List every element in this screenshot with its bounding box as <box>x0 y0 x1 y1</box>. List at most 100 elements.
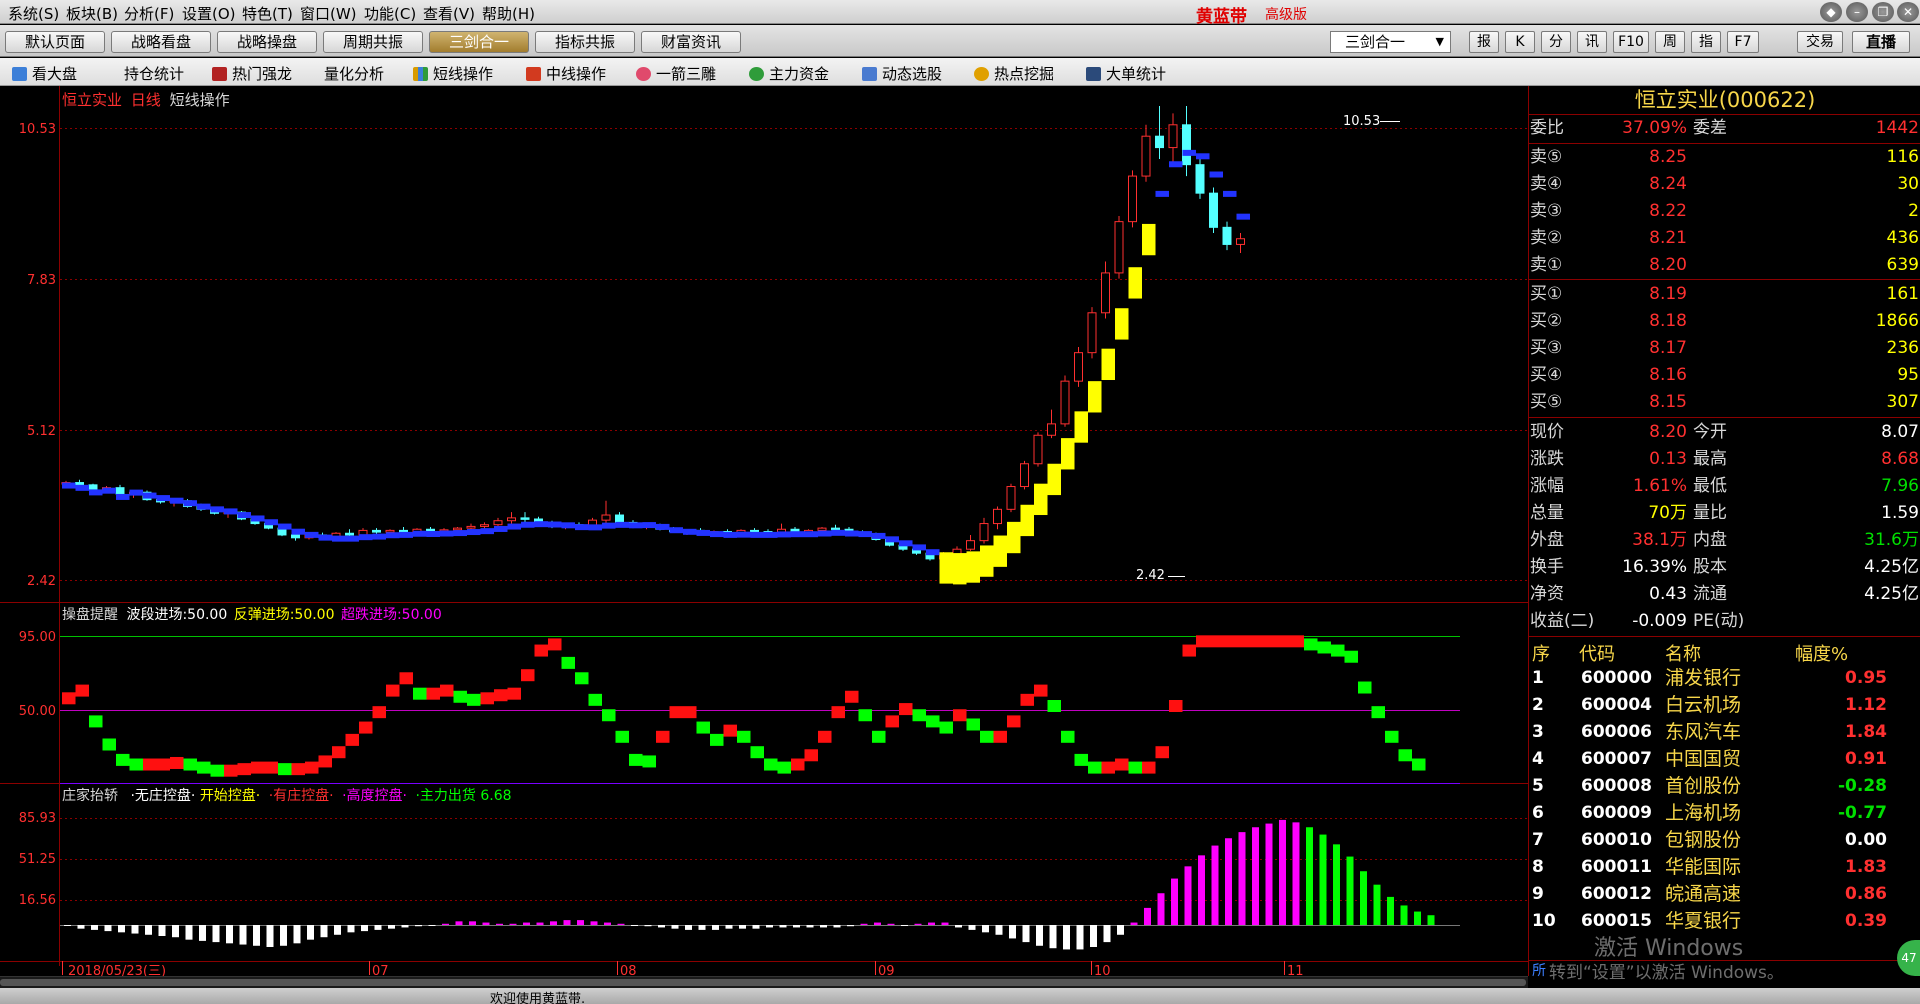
menu-features[interactable]: 特色(T) <box>242 3 293 24</box>
scroll-thumb[interactable] <box>0 979 1526 986</box>
func-hot-mining[interactable]: 热点挖掘 <box>974 63 1054 84</box>
bars-icon <box>413 67 428 81</box>
control-bar <box>550 921 557 925</box>
tab-cycle-resonance[interactable]: 周期共振 <box>323 31 423 53</box>
tab-strategy-trade[interactable]: 战略操盘 <box>217 31 317 53</box>
func-hot-dragon[interactable]: 热门强龙 <box>212 63 292 84</box>
candle-body <box>507 517 516 522</box>
menu-analysis[interactable]: 分析(F) <box>124 3 174 24</box>
skin-icon[interactable]: ◆ <box>1820 2 1842 22</box>
func-market[interactable]: 看大盘 <box>12 63 77 84</box>
stat-value: 4.25亿 <box>1864 557 1919 577</box>
index-button[interactable]: 指 <box>1691 31 1721 53</box>
stock-row[interactable]: 9 600012 皖通高速 0.86 <box>1529 881 1920 908</box>
menu-help[interactable]: 帮助(H) <box>482 3 535 24</box>
trade-button[interactable]: 交易 <box>1797 31 1843 53</box>
stock-no: 9 <box>1532 884 1544 904</box>
ask-row: 卖③ 8.22 2 <box>1529 198 1920 225</box>
weekly-button[interactable]: 周 <box>1655 31 1685 53</box>
band-segment <box>615 521 629 528</box>
chart-area[interactable]: 10.53 7.83 5.12 2.42 95.00 50.00 85.93 5… <box>0 86 1528 979</box>
band-segment <box>1020 504 1034 537</box>
stock-code: 600011 <box>1581 857 1652 877</box>
tab-three-swords[interactable]: 三剑合一 <box>429 31 529 53</box>
control-bar <box>1063 925 1070 950</box>
func-dynamic-select[interactable]: 动态选股 <box>862 63 942 84</box>
report-button[interactable]: 报 <box>1469 31 1499 53</box>
stock-row[interactable]: 3 600006 东风汽车 1.84 <box>1529 719 1920 746</box>
stock-row[interactable]: 8 600011 华能国际 1.83 <box>1529 854 1920 881</box>
band-segment <box>453 530 467 537</box>
close-icon[interactable]: ✕ <box>1897 2 1919 22</box>
f10-button[interactable]: F10 <box>1613 31 1649 53</box>
candle-body <box>1128 175 1137 223</box>
func-dynamic-label: 动态选股 <box>882 65 943 83</box>
tab-wealth-news[interactable]: 财富资讯 <box>641 31 741 53</box>
menu-settings[interactable]: 设置(O) <box>182 3 236 24</box>
signal-bar <box>305 761 319 774</box>
menu-view[interactable]: 查看(V) <box>423 3 475 24</box>
stock-no: 2 <box>1532 695 1544 715</box>
func-hot-label: 热门强龙 <box>232 65 293 83</box>
live-button[interactable]: 直播 <box>1852 31 1910 53</box>
signal-bar <box>1047 700 1061 712</box>
minimize-icon[interactable]: – <box>1846 2 1868 22</box>
menu-system[interactable]: 系统(S) <box>8 3 59 24</box>
tab-strategy-watch[interactable]: 战略看盘 <box>111 31 211 53</box>
news-button[interactable]: 讯 <box>1577 31 1607 53</box>
stat-row: 净资 0.43 流通 4.25亿 <box>1529 581 1920 608</box>
func-mid-term[interactable]: 中线操作 <box>526 63 606 84</box>
control-bar <box>361 925 368 932</box>
func-position-stats[interactable]: 持仓统计 <box>124 63 184 84</box>
restore-icon[interactable]: ❐ <box>1872 2 1894 22</box>
func-quant[interactable]: 量化分析 <box>324 63 384 84</box>
horizontal-scrollbar[interactable] <box>0 976 1528 988</box>
intraday-button[interactable]: 分 <box>1541 31 1571 53</box>
menu-window[interactable]: 窗口(W) <box>300 3 357 24</box>
kline-chart[interactable]: 10.53 7.83 5.12 2.42 95.00 50.00 85.93 5… <box>0 86 1528 979</box>
func-one-arrow[interactable]: 一箭三雕 <box>636 63 716 84</box>
quote-title: 恒立实业(000622) <box>1634 88 1816 112</box>
control-bar <box>658 925 665 928</box>
tab-all[interactable]: 所 <box>1532 960 1546 980</box>
pane3-item: ·有庄控盘· <box>268 788 334 804</box>
menu-sector[interactable]: 板块(B) <box>66 3 118 24</box>
stat-value: 7.96 <box>1881 476 1919 496</box>
chart-icon <box>862 67 877 81</box>
stock-change: 1.12 <box>1845 695 1887 715</box>
menu-functions[interactable]: 功能(C) <box>364 3 416 24</box>
func-short-term[interactable]: 短线操作 <box>413 63 493 84</box>
strategy-select[interactable]: 三剑合一 ▼ <box>1330 31 1451 53</box>
stock-row[interactable]: 6 600009 上海机场 -0.77 <box>1529 800 1920 827</box>
band-segment <box>440 530 454 537</box>
control-bar <box>523 922 530 925</box>
control-bar <box>509 923 517 925</box>
stock-code: 600004 <box>1581 695 1652 715</box>
stat-value: 1.61% <box>1632 476 1687 496</box>
stock-row[interactable]: 2 600004 白云机场 1.12 <box>1529 692 1920 719</box>
stat-label: 收益(二) <box>1530 611 1595 631</box>
main-pane-title: 恒立实业 日线 短线操作 <box>62 89 230 110</box>
kline-button[interactable]: K <box>1505 31 1535 53</box>
stock-row[interactable]: 4 600007 中国国贸 0.91 <box>1529 746 1920 773</box>
bid-level-label: 买⑤ <box>1530 392 1563 412</box>
signal-bar <box>143 758 157 771</box>
stock-row[interactable]: 7 600010 包钢股份 0.00 <box>1529 827 1920 854</box>
tab-default[interactable]: 默认页面 <box>5 31 105 53</box>
control-bar <box>253 925 260 946</box>
dragon-icon <box>212 67 227 81</box>
signal-bar <box>710 733 724 746</box>
stock-name: 上海机场 <box>1665 802 1742 824</box>
func-main-funds[interactable]: 主力资金 <box>749 63 829 84</box>
band-segment <box>1128 267 1142 299</box>
band-segment <box>129 489 143 496</box>
control-bar <box>712 925 719 930</box>
stock-row[interactable]: 5 600008 首创股份 -0.28 <box>1529 773 1920 800</box>
stock-row[interactable]: 1 600000 浦发银行 0.95 <box>1529 665 1920 692</box>
f7-button[interactable]: F7 <box>1727 31 1759 53</box>
pane2-item: 超跌进场:50.00 <box>340 607 442 623</box>
tab-indicator-resonance[interactable]: 指标共振 <box>535 31 635 53</box>
func-big-order[interactable]: 大单统计 <box>1086 63 1166 84</box>
stat-label: 内盘 <box>1693 530 1727 550</box>
candle-body <box>345 532 354 536</box>
